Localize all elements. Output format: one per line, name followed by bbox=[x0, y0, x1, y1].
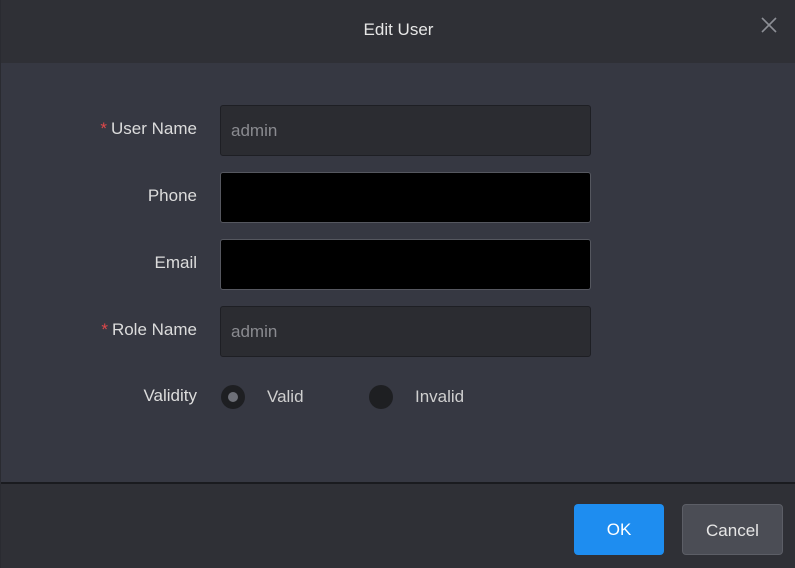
edit-user-dialog: Edit User *User Name Phone Email *Role N… bbox=[0, 0, 795, 568]
user-name-label: * User Name bbox=[67, 119, 197, 139]
radio-valid-circle[interactable] bbox=[221, 385, 245, 409]
dialog-footer: OK Cancel bbox=[1, 482, 795, 568]
radio-invalid-label: Invalid bbox=[415, 387, 465, 406]
radio-invalid-circle[interactable] bbox=[369, 385, 393, 409]
phone-field[interactable] bbox=[220, 172, 591, 223]
dialog-titlebar: Edit User bbox=[1, 0, 795, 63]
phone-label: Phone bbox=[147, 186, 197, 205]
dialog-title: Edit User bbox=[363, 20, 434, 39]
radio-invalid[interactable]: Invalid bbox=[369, 385, 464, 409]
required-mark: * bbox=[101, 320, 108, 339]
required-mark: * bbox=[100, 119, 108, 138]
user-name-label-text: User Name bbox=[111, 119, 197, 138]
email-label: Email bbox=[154, 253, 197, 272]
role-name-label: * Role Name bbox=[67, 320, 197, 340]
radio-valid-label: Valid bbox=[267, 387, 304, 406]
role-name-field[interactable] bbox=[220, 306, 591, 357]
role-name-label-text: Role Name bbox=[111, 320, 197, 339]
cancel-button[interactable]: Cancel bbox=[682, 504, 783, 555]
radio-valid[interactable]: Valid bbox=[221, 385, 304, 409]
validity-label: Validity bbox=[143, 386, 197, 405]
ok-button[interactable]: OK bbox=[574, 504, 664, 555]
email-field[interactable] bbox=[220, 239, 591, 290]
close-icon[interactable] bbox=[758, 14, 780, 36]
user-name-field[interactable] bbox=[220, 105, 591, 156]
